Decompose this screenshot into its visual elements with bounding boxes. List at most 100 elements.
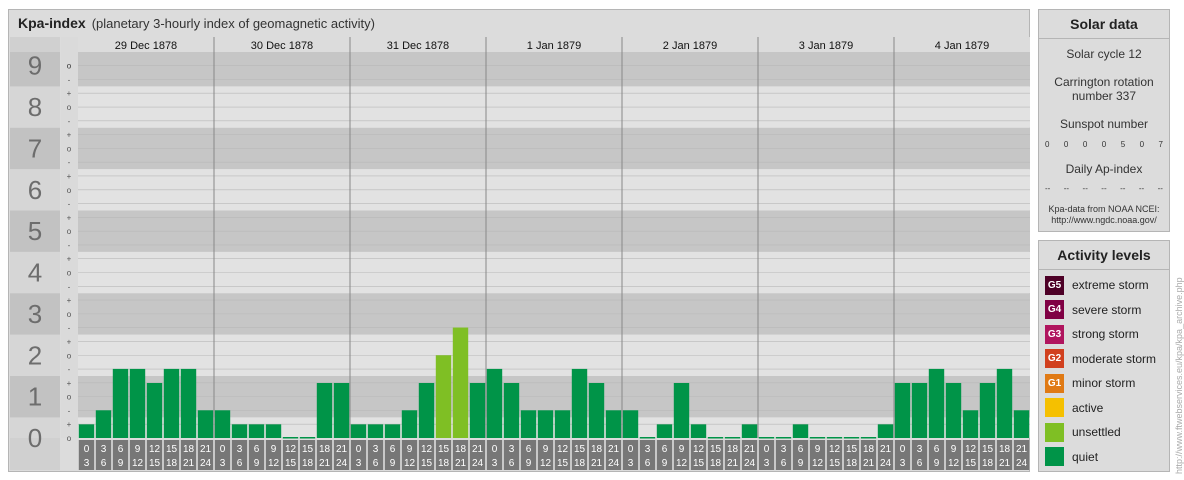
legend-swatch: G2 (1045, 349, 1064, 369)
sunspot-value: 0 (1063, 140, 1069, 149)
kp-bar (894, 382, 911, 438)
interval-start: 9 (951, 444, 957, 455)
kp-bar (486, 368, 503, 438)
legend-item: G5 extreme storm (1045, 273, 1169, 298)
interval-start: 15 (438, 444, 450, 455)
interval-start: 6 (934, 444, 940, 455)
kp-bar (95, 410, 112, 438)
interval-end: 24 (880, 458, 892, 469)
kp-bar (554, 410, 571, 438)
credit-link[interactable]: http://www.ftwebservices.eu/kpa/kpa_arch… (1174, 277, 1184, 474)
interval-start: 3 (101, 444, 107, 455)
kp-bar (996, 368, 1013, 438)
legend-label: strong storm (1072, 327, 1139, 342)
source-link[interactable]: http://www.ngdc.noaa.gov/ (1039, 215, 1169, 226)
interval-start: 3 (237, 444, 243, 455)
day-label: 30 Dec 1878 (251, 40, 313, 52)
interval-start: 21 (200, 444, 212, 455)
legend-label: unsettled (1072, 425, 1121, 440)
kp-bar (248, 424, 265, 438)
activity-levels-panel: Activity levels G5 extreme storm G4 severe … (1038, 240, 1170, 472)
sub-tick-label: o (67, 269, 72, 278)
sunspot-value: 0 (1139, 140, 1145, 149)
kp-bar (231, 424, 248, 438)
interval-start: 21 (336, 444, 348, 455)
kp-bar (809, 437, 826, 439)
interval-end: 9 (118, 458, 124, 469)
interval-start: 12 (693, 444, 705, 455)
interval-start: 18 (999, 444, 1011, 455)
interval-end: 12 (268, 458, 280, 469)
interval-end: 24 (200, 458, 212, 469)
sub-tick-label: + (67, 296, 72, 305)
interval-end: 18 (574, 458, 586, 469)
interval-start: 21 (880, 444, 892, 455)
sub-tick-label: - (68, 200, 71, 209)
kp-bar (452, 327, 469, 438)
interval-end: 24 (336, 458, 348, 469)
sub-tick-label: + (67, 379, 72, 388)
sunspot-value: 5 (1120, 140, 1126, 149)
day-label: 4 Jan 1879 (935, 40, 989, 52)
kp-bar (180, 368, 197, 438)
legend-swatch: G4 (1045, 300, 1064, 320)
band (78, 52, 1030, 87)
kp-bar (911, 382, 928, 438)
kp-bar (265, 424, 282, 438)
interval-start: 15 (302, 444, 314, 455)
interval-start: 6 (254, 444, 260, 455)
ap-index-value: -- (1101, 184, 1107, 193)
sub-tick-label: + (67, 172, 72, 181)
legend-swatch: G1 (1045, 373, 1064, 393)
interval-start: 15 (982, 444, 994, 455)
interval-end: 12 (132, 458, 144, 469)
kp-bar (299, 437, 316, 439)
sub-tick-label: o (67, 186, 72, 195)
legend-swatch: G3 (1045, 324, 1064, 344)
kp-bar (622, 410, 639, 438)
interval-end: 15 (285, 458, 297, 469)
day-label: 29 Dec 1878 (115, 40, 177, 52)
interval-end: 6 (917, 458, 923, 469)
kp-bar (401, 410, 418, 438)
interval-end: 9 (254, 458, 260, 469)
interval-start: 12 (285, 444, 297, 455)
day-label: 2 Jan 1879 (663, 40, 717, 52)
interval-end: 12 (540, 458, 552, 469)
kp-bar (588, 382, 605, 438)
interval-end: 9 (526, 458, 532, 469)
interval-start: 21 (744, 444, 756, 455)
sub-tick-label: o (67, 393, 72, 402)
sunspot-label: Sunspot number (1059, 117, 1149, 131)
legend-swatch (1045, 447, 1064, 467)
interval-start: 0 (900, 444, 906, 455)
interval-end: 15 (965, 458, 977, 469)
kp-bar (741, 424, 758, 438)
sub-tick-label: - (68, 158, 71, 167)
interval-start: 3 (917, 444, 923, 455)
sub-tick-label: o (67, 434, 72, 443)
interval-end: 21 (319, 458, 331, 469)
sunspot-value: 7 (1158, 140, 1163, 149)
legend-item: G2 moderate storm (1045, 347, 1169, 372)
interval-end: 3 (220, 458, 226, 469)
activity-levels-title: Activity levels (1039, 241, 1169, 270)
kp-bar (962, 410, 979, 438)
interval-start: 21 (472, 444, 484, 455)
interval-start: 18 (591, 444, 603, 455)
activity-legend: G5 extreme storm G4 severe storm G3 strong st… (1045, 273, 1169, 469)
interval-end: 6 (101, 458, 107, 469)
interval-end: 6 (645, 458, 651, 469)
legend-label: extreme storm (1072, 278, 1149, 293)
sub-tick-label: + (67, 255, 72, 264)
interval-end: 18 (166, 458, 178, 469)
interval-start: 9 (815, 444, 821, 455)
interval-start: 9 (271, 444, 277, 455)
kp-bar (350, 424, 367, 438)
interval-end: 21 (183, 458, 195, 469)
interval-start: 21 (1016, 444, 1028, 455)
kp-bar (1013, 410, 1030, 438)
interval-start: 0 (492, 444, 498, 455)
sub-tick-label: - (68, 282, 71, 291)
interval-end: 6 (509, 458, 515, 469)
